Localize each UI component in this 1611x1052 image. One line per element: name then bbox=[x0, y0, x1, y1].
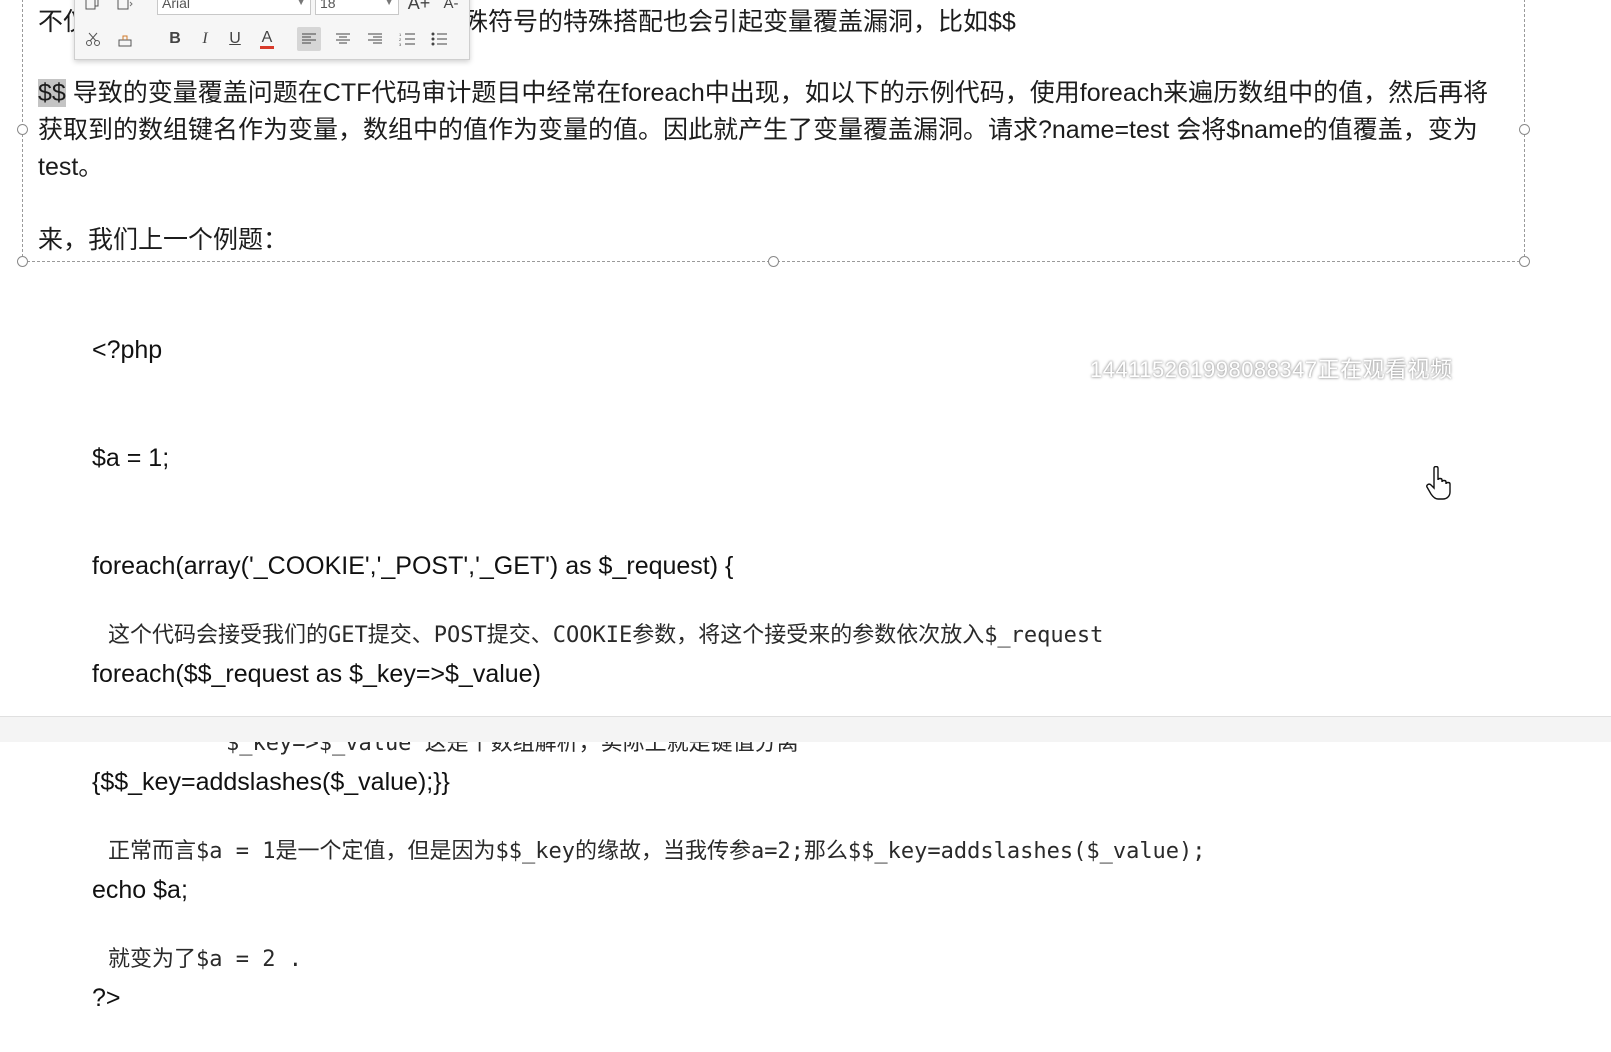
grow-font-button[interactable]: A+ bbox=[407, 0, 431, 15]
chevron-down-icon: ▼ bbox=[384, 0, 394, 8]
numbered-list-icon[interactable]: 123 bbox=[395, 27, 419, 51]
align-left-icon[interactable] bbox=[297, 27, 321, 51]
align-center-icon[interactable] bbox=[331, 27, 355, 51]
italic-button[interactable]: I bbox=[193, 27, 217, 51]
resize-handle-bottom-left[interactable] bbox=[17, 256, 28, 267]
font-color-bar bbox=[260, 45, 274, 49]
paragraph-explanation-text: 导致的变量覆盖问题在CTF代码审计题目中经常在foreach中出现，如以下的示例… bbox=[38, 79, 1489, 181]
bold-button[interactable]: B bbox=[163, 27, 187, 51]
resize-handle-left[interactable] bbox=[17, 124, 28, 135]
bullet-list-icon[interactable] bbox=[427, 27, 451, 51]
font-name-select[interactable]: Arial ▼ bbox=[157, 0, 311, 15]
font-size-select[interactable]: 18 ▼ bbox=[315, 0, 399, 15]
format-painter-icon[interactable] bbox=[113, 27, 137, 51]
cut-icon[interactable] bbox=[81, 27, 105, 51]
note-line: 这个代码会接受我们的GET提交、POST提交、COOKIE参数，将这个接受来的参… bbox=[108, 623, 1104, 648]
selected-text[interactable]: $$ bbox=[38, 79, 66, 107]
resize-handle-bottom-right[interactable] bbox=[1519, 256, 1530, 267]
viewer-watermark: 1441152619980883​47正在观看视频 bbox=[1090, 357, 1453, 382]
explanation-notes: 这个代码会接受我们的GET提交、POST提交、COOKIE参数，将这个接受来的参… bbox=[108, 546, 1206, 1014]
underline-button[interactable]: U bbox=[223, 27, 247, 51]
font-name-value: Arial bbox=[162, 0, 191, 11]
paragraph-explanation[interactable]: $$ 导致的变量覆盖问题在CTF代码审计题目中经常在foreach中出现，如以下… bbox=[38, 75, 1508, 186]
shrink-font-button[interactable]: A- bbox=[439, 0, 463, 15]
font-color-button[interactable]: A bbox=[255, 27, 279, 51]
paste-icon[interactable] bbox=[113, 0, 137, 15]
code-line: $a = 1; bbox=[92, 444, 170, 472]
mini-format-toolbar: Arial ▼ 18 ▼ A+ A- B I U A 1 2 3 bbox=[74, 0, 470, 60]
chevron-down-icon: ▼ bbox=[296, 0, 306, 8]
code-line: <?php bbox=[92, 336, 163, 364]
resize-handle-right[interactable] bbox=[1519, 124, 1530, 135]
svg-text:3: 3 bbox=[399, 42, 402, 46]
font-color-letter: A bbox=[261, 28, 273, 46]
note-line: 正常而言$a = 1是一个定值，但是因为$$_key的缘故，当我传参a=2;那么… bbox=[108, 839, 1206, 864]
align-right-icon[interactable] bbox=[363, 27, 387, 51]
note-line: 就变为了$a = 2 . bbox=[108, 947, 302, 972]
font-size-value: 18 bbox=[320, 0, 336, 11]
copy-icon[interactable] bbox=[81, 0, 105, 15]
hand-cursor-icon bbox=[1426, 465, 1452, 505]
bottom-edge bbox=[0, 716, 1611, 742]
paragraph-example-lead[interactable]: 来，我们上一个例题： bbox=[38, 222, 1508, 259]
